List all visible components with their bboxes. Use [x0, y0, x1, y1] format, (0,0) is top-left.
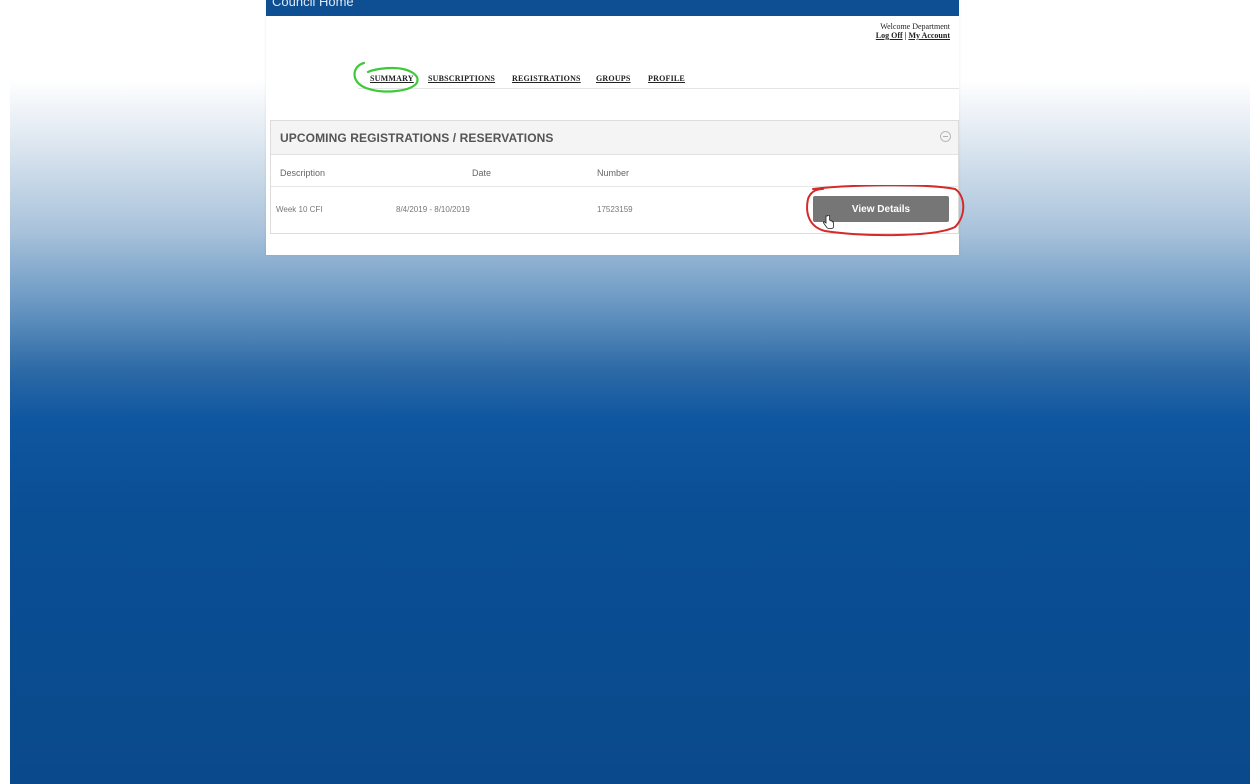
tab-subscriptions[interactable]: SUBSCRIPTIONS	[428, 74, 495, 83]
collapse-icon[interactable]	[940, 131, 951, 142]
log-off-link[interactable]: Log Off	[876, 31, 903, 40]
account-links: Log Off | My Account	[876, 31, 950, 40]
tab-groups[interactable]: GROUPS	[596, 74, 631, 83]
tab-summary[interactable]: SUMMARY	[370, 74, 414, 83]
left-edge-strip	[0, 0, 10, 784]
row-date: 8/4/2019 - 8/10/2019	[396, 205, 470, 214]
welcome-text: Welcome Department	[880, 22, 950, 31]
header-divider	[271, 186, 958, 187]
link-separator: |	[904, 31, 907, 40]
column-header-number: Number	[597, 168, 630, 178]
row-description: Week 10 CFI	[276, 205, 323, 214]
welcome-block: Welcome Department Log Off | My Account	[876, 22, 950, 40]
panel-header: UPCOMING REGISTRATIONS / RESERVATIONS	[271, 121, 958, 155]
my-account-link[interactable]: My Account	[908, 31, 950, 40]
tab-registrations[interactable]: REGISTRATIONS	[512, 74, 581, 83]
panel-title: UPCOMING REGISTRATIONS / RESERVATIONS	[280, 131, 554, 145]
column-header-description: Description	[280, 168, 326, 178]
upcoming-registrations-panel: UPCOMING REGISTRATIONS / RESERVATIONS De…	[270, 120, 965, 237]
account-page: Council Home Welcome Department Log Off …	[266, 0, 965, 255]
main-nav: SUMMARY SUBSCRIPTIONS REGISTRATIONS GROU…	[266, 74, 959, 88]
column-header-date: Date	[472, 168, 492, 178]
top-header-bar: Council Home	[266, 0, 959, 16]
tab-profile[interactable]: PROFILE	[648, 74, 685, 83]
row-number: 17523159	[597, 205, 633, 214]
header-title[interactable]: Council Home	[272, 0, 354, 9]
view-details-button[interactable]: View Details	[813, 196, 949, 222]
nav-divider	[358, 88, 959, 89]
